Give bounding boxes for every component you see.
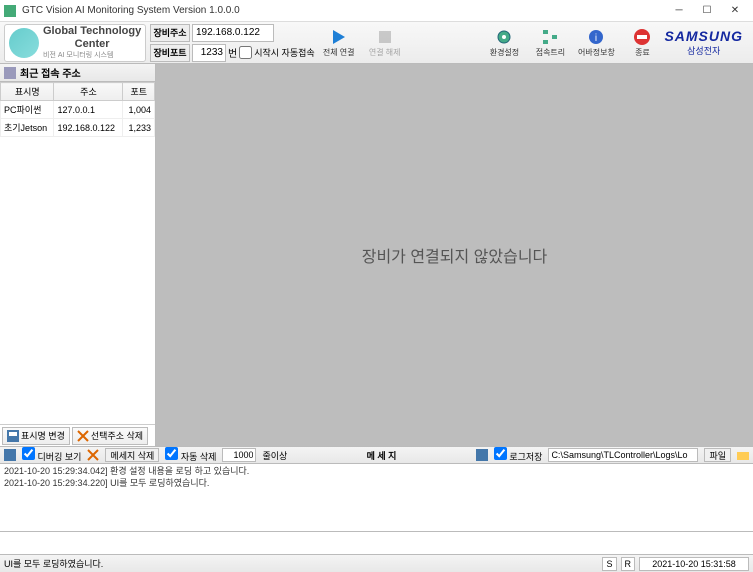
log-line: 2021-10-20 15:29:34.042] 환경 설정 내용을 로딩 하고… (4, 466, 749, 478)
col-addr[interactable]: 주소 (54, 83, 123, 101)
logo-icon (9, 28, 39, 58)
port-unit: 번 (228, 45, 237, 60)
delete-addr-button[interactable]: 선택주소 삭제 (72, 427, 148, 445)
delete-icon (77, 430, 89, 442)
log-save-label[interactable]: 로그저장 (494, 447, 543, 463)
titlebar: GTC Vision AI Monitoring System Version … (0, 0, 753, 22)
info-icon: i (586, 28, 606, 46)
folder-icon[interactable] (737, 449, 749, 461)
port-input[interactable] (192, 44, 226, 62)
threshold-unit: 줄이상 (262, 449, 287, 462)
sidebar: 최근 접속 주소 표시명 주소 포트 PC파이썬 127.0.0.1 1,004… (0, 64, 156, 446)
file-button[interactable]: 파일 (704, 448, 731, 462)
col-port[interactable]: 포트 (123, 83, 155, 101)
save-icon (4, 449, 16, 461)
table-row[interactable]: 초기Jetson 192.168.0.122 1,233 (1, 119, 155, 137)
stop-icon (375, 28, 395, 46)
list-icon (4, 67, 16, 79)
ip-input[interactable] (192, 24, 274, 42)
status-s: S (602, 557, 616, 571)
msg-title: 메 세 지 (293, 449, 469, 462)
ip-label: 장비주소 (150, 24, 190, 42)
tree-button[interactable]: 접속트리 (528, 24, 572, 62)
status-r: R (621, 557, 636, 571)
delete-icon (87, 449, 99, 461)
status-datetime: 2021-10-20 15:31:58 (639, 557, 749, 571)
auto-delete-label[interactable]: 자동 삭제 (165, 447, 216, 463)
maximize-button[interactable]: ☐ (693, 2, 721, 20)
logo-text-1: Global Technology (43, 25, 141, 37)
debug-view-label[interactable]: 디버깅 보기 (22, 447, 81, 463)
message-bar: 디버깅 보기 메세지 삭제 자동 삭제 줄이상 메 세 지 로그저장 파일 (0, 446, 753, 464)
log-save-checkbox[interactable] (494, 447, 507, 460)
play-icon (329, 28, 349, 46)
logo-box: Global Technology Center 비전 AI 모니터링 시스템 (4, 24, 146, 62)
gear-icon (494, 28, 514, 46)
no-connection-message: 장비가 연결되지 않았습니다 (362, 243, 548, 267)
logo-sub: 비전 AI 모니터링 시스템 (43, 50, 141, 60)
debug-view-checkbox[interactable] (22, 447, 35, 460)
log-path-input[interactable] (548, 448, 698, 462)
svg-text:i: i (595, 33, 597, 44)
col-name[interactable]: 표시명 (1, 83, 54, 101)
save-icon (476, 449, 488, 461)
disconnect-button[interactable]: 연결 해제 (363, 24, 407, 62)
tree-icon (540, 28, 560, 46)
msg-delete-button[interactable]: 메세지 삭제 (105, 448, 159, 462)
log-area: 2021-10-20 15:29:34.042] 환경 설정 내용을 로딩 하고… (0, 464, 753, 532)
minimize-button[interactable]: ─ (665, 2, 693, 20)
exit-icon (632, 28, 652, 46)
app-icon (4, 5, 16, 17)
samsung-en: SAMSUNG (664, 28, 743, 44)
auto-connect-checkbox[interactable] (239, 46, 252, 59)
exit-button[interactable]: 종료 (620, 24, 664, 62)
settings-button[interactable]: 환경설정 (482, 24, 526, 62)
samsung-logo: SAMSUNG 삼성전자 (664, 28, 743, 57)
table-row[interactable]: PC파이썬 127.0.0.1 1,004 (1, 101, 155, 119)
toolbar: Global Technology Center 비전 AI 모니터링 시스템 … (0, 22, 753, 64)
window-title: GTC Vision AI Monitoring System Version … (22, 5, 665, 16)
recent-table: 표시명 주소 포트 PC파이썬 127.0.0.1 1,004 초기Jetson… (0, 82, 155, 424)
connect-all-button[interactable]: 전체 연결 (317, 24, 361, 62)
status-text: UI를 모두 로딩하였습니다. (4, 557, 103, 570)
content-area: 장비가 연결되지 않았습니다 (156, 64, 753, 446)
port-label: 장비포트 (150, 44, 190, 62)
logo-text-2: Center (43, 38, 141, 50)
rename-button[interactable]: 표시명 변경 (2, 427, 70, 445)
auto-connect-label[interactable]: 시작시 자동접속 (239, 46, 314, 59)
info-button[interactable]: i 어바정보창 (574, 24, 618, 62)
save-icon (7, 430, 19, 442)
auto-delete-checkbox[interactable] (165, 447, 178, 460)
statusbar: UI를 모두 로딩하였습니다. S R 2021-10-20 15:31:58 (0, 554, 753, 572)
close-button[interactable]: ✕ (721, 2, 749, 20)
samsung-kr: 삼성전자 (664, 44, 743, 57)
sidebar-header: 최근 접속 주소 (0, 64, 155, 82)
threshold-input[interactable] (222, 448, 256, 462)
log-line: 2021-10-20 15:29:34.220] UI를 모두 로딩하였습니다. (4, 478, 749, 490)
